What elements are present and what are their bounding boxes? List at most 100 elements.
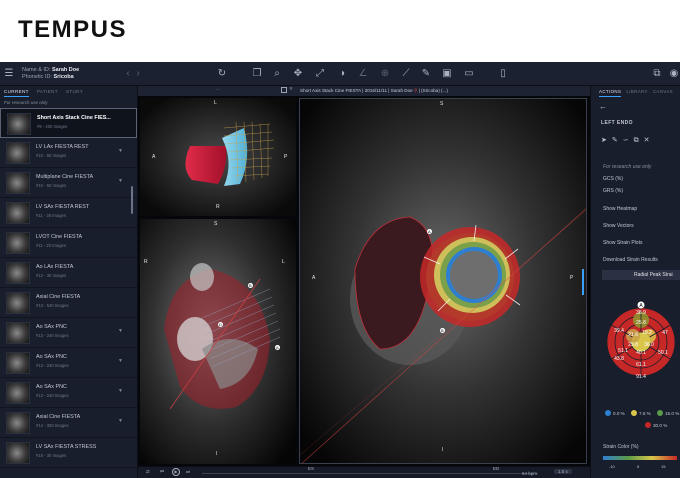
- ruler-icon[interactable]: ⟋: [400, 68, 412, 80]
- hamburger-menu-icon[interactable]: ☰: [3, 68, 15, 80]
- scale-max: 15: [661, 464, 666, 469]
- viewport-long-axis[interactable]: S R L I B D A: [140, 219, 296, 464]
- viewport-3d-render[interactable]: L A P R: [140, 98, 296, 216]
- timeline-track[interactable]: [202, 473, 538, 474]
- contour-marker-b[interactable]: B: [440, 328, 445, 333]
- skip-back-icon[interactable]: ⏮: [160, 469, 164, 474]
- expand-chevron-icon[interactable]: ▼: [118, 328, 123, 334]
- slice-marker-a[interactable]: A: [275, 345, 280, 350]
- series-item[interactable]: LVOT Cine FIESTA #11 - 20 Images: [0, 228, 137, 258]
- series-item[interactable]: LV SAx FIESTA REST #11 - 30 Images: [0, 198, 137, 228]
- expand-chevron-icon[interactable]: ▼: [118, 148, 123, 154]
- pen-tool-icon[interactable]: ✎: [612, 137, 618, 144]
- bullseye-value: 40.1: [636, 350, 646, 356]
- viewport-short-axis[interactable]: S A P I A B: [299, 98, 587, 464]
- series-item[interactable]: Axial Cine FIESTA #13 - 540 Images: [0, 288, 137, 318]
- layers-icon[interactable]: ❐: [251, 68, 263, 80]
- expand-chevron-icon[interactable]: ▼: [118, 418, 123, 424]
- show-heatmap-action[interactable]: Show Heatmap: [603, 206, 637, 212]
- download-strain-action[interactable]: Download Strain Results: [603, 257, 658, 263]
- show-vectors-action[interactable]: Show Vectors: [603, 223, 634, 229]
- loop-icon[interactable]: ⇄: [146, 469, 150, 475]
- slice-marker-b[interactable]: B: [248, 283, 253, 288]
- series-item[interactable]: Ao SAx PNC #13 - 240 Images ▼: [0, 318, 137, 348]
- maximize-viewport-icon[interactable]: [281, 87, 287, 93]
- series-count: #13 - 240 Images: [36, 393, 69, 398]
- annotate-icon[interactable]: ✎: [420, 68, 432, 80]
- tab-library[interactable]: LIBRARY: [626, 89, 648, 94]
- ed-marker[interactable]: ED: [493, 466, 499, 471]
- strain-color-scale: [603, 456, 677, 460]
- series-item[interactable]: LV LAx FIESTA REST #10 - 50 Images ▼: [0, 138, 137, 168]
- series-count: #12 - 30 Images: [36, 273, 67, 278]
- series-item[interactable]: Short Axis Stack Cine FIES... #9 - 200 Im…: [0, 108, 137, 138]
- series-thumbnail: [6, 292, 30, 314]
- slice-marker-d[interactable]: D: [218, 322, 223, 327]
- series-thumbnail: [6, 352, 30, 374]
- camera-icon[interactable]: ▣: [441, 68, 453, 80]
- close-viewport-icon[interactable]: ✕: [289, 86, 293, 92]
- radial-peak-strain-button[interactable]: Radial Peak Strai: [602, 270, 680, 280]
- series-item[interactable]: Axial Cine FIESTA #14 - 300 Images ▼: [0, 408, 137, 438]
- viewport-menu[interactable]: ...: [216, 86, 220, 91]
- back-arrow-icon[interactable]: ←: [599, 102, 607, 111]
- copy-tool-icon[interactable]: ⧉: [634, 137, 639, 144]
- expand-chevron-icon[interactable]: ▼: [118, 178, 123, 184]
- tab-study[interactable]: STUDY: [66, 89, 83, 94]
- tab-canvas[interactable]: CANVAS: [653, 89, 673, 94]
- series-scrollbar[interactable]: [131, 186, 133, 214]
- series-item[interactable]: Ao LAx FIESTA #12 - 30 Images: [0, 258, 137, 288]
- bullseye-value: 50.1: [658, 350, 668, 356]
- series-name: Ao SAx PNC: [36, 324, 67, 330]
- pointer-tool-icon[interactable]: ➤: [601, 137, 607, 144]
- next-patient-icon[interactable]: ›: [132, 68, 144, 80]
- comment-icon[interactable]: ▭: [463, 68, 475, 80]
- zoom-icon[interactable]: ⌕: [271, 68, 283, 80]
- skip-forward-icon[interactable]: ⏭: [186, 469, 190, 474]
- series-thumbnail: [6, 202, 30, 224]
- series-thumbnail: [6, 412, 30, 434]
- expand-chevron-icon[interactable]: ▼: [118, 358, 123, 364]
- pin-icon[interactable]: ⚲: [414, 88, 417, 93]
- tab-current[interactable]: CURRENT: [4, 89, 29, 97]
- delete-tool-icon[interactable]: ✕: [644, 137, 650, 144]
- crosshair-icon[interactable]: ⊕: [379, 68, 391, 80]
- series-item[interactable]: Ao SAx PNC #13 - 240 Images ▼: [0, 348, 137, 378]
- bullseye-value: 38.9: [636, 310, 646, 316]
- angle-icon[interactable]: ∠: [357, 68, 369, 80]
- viewer-more[interactable]: (...): [441, 88, 448, 93]
- slice-scrollbar[interactable]: [582, 269, 584, 295]
- pan-icon[interactable]: ✥: [292, 68, 304, 80]
- legend-label-2: 15.0 %: [665, 411, 680, 416]
- expand-chevron-icon[interactable]: ▼: [118, 388, 123, 394]
- lasso-tool-icon[interactable]: ∽: [623, 137, 629, 144]
- tab-patient[interactable]: PATIENT: [37, 89, 58, 94]
- window-icon[interactable]: ⧉: [651, 68, 663, 80]
- show-strain-plots-action[interactable]: Show Strain Plots: [603, 240, 642, 246]
- series-count: #13 - 240 Images: [36, 363, 69, 368]
- series-name: Ao SAx PNC: [36, 354, 67, 360]
- series-item[interactable]: LV SAx FIESTA STRESS #15 - 30 Images: [0, 438, 137, 468]
- rp-research-note: For research use only: [603, 164, 652, 170]
- actions-panel: ACTIONS LIBRARY CANVAS ← LEFT ENDO ➤ ✎ ∽ ⧉ ✕ F…: [590, 86, 680, 478]
- bullseye-value: 61.1: [636, 362, 646, 368]
- es-marker[interactable]: ES: [308, 466, 314, 471]
- tab-actions[interactable]: ACTIONS: [599, 89, 622, 97]
- contrast-icon[interactable]: ◑: [336, 68, 348, 80]
- series-name: LV SAx FIESTA STRESS: [36, 444, 97, 450]
- series-item[interactable]: Multiplane Cine FIESTA #10 - 50 Images ▼: [0, 168, 137, 198]
- series-title: Short Axis Stack Cine FIESTA: [300, 88, 361, 93]
- playback-speed[interactable]: 1.0 x: [554, 469, 572, 474]
- play-icon[interactable]: ▶: [172, 468, 180, 476]
- legend-label-3: 30.0 %: [653, 423, 668, 428]
- panel-toggle-icon[interactable]: ▯: [497, 68, 509, 80]
- series-thumbnail: [6, 232, 30, 254]
- series-list: Short Axis Stack Cine FIES... #9 - 200 Im…: [0, 108, 137, 468]
- user-icon[interactable]: ◉: [668, 68, 680, 80]
- contour-marker-a[interactable]: A: [427, 229, 432, 234]
- patient-info: Name & ID: Sarah Doe Phonetic ID: Sricob…: [22, 67, 79, 81]
- fit-icon[interactable]: ⤢: [314, 68, 326, 80]
- series-count: #10 - 50 Images: [36, 153, 67, 158]
- reset-icon[interactable]: ↻: [216, 68, 228, 80]
- series-item[interactable]: Ao SAx PNC #13 - 240 Images ▼: [0, 378, 137, 408]
